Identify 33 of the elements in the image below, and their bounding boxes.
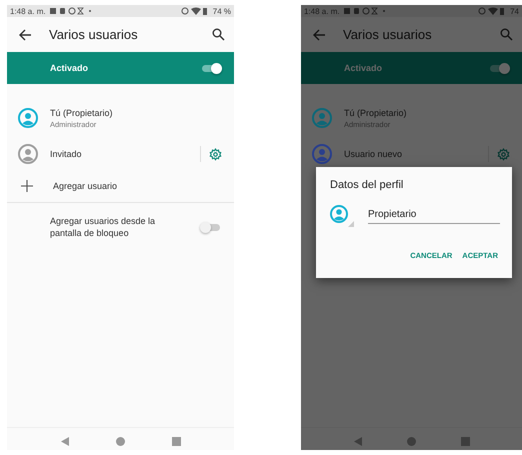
status-time: 1:48 a. m. [10,6,46,16]
notification-icons [50,7,94,15]
notification-icons [344,7,388,15]
plus-icon [21,180,33,192]
recents-nav-icon[interactable] [460,437,470,446]
battery-level: 74 [510,6,519,16]
battery-level: 74 % [212,6,231,16]
user-name[interactable]: Invitado [50,149,200,159]
settings-icon[interactable] [209,148,222,160]
back-nav-icon[interactable] [60,437,68,446]
status-time: 1:48 a. m. [304,6,340,16]
switch-label: Activado [344,63,384,73]
name-input-field[interactable]: Propietario [368,208,500,224]
back-nav-icon[interactable] [354,437,362,446]
home-nav-icon[interactable] [406,437,416,446]
toggle-switch[interactable] [202,224,220,230]
add-user-link[interactable]: Agregar usuario [53,181,118,191]
system-icons [478,7,506,15]
profile-avatar-icon[interactable] [330,205,354,227]
search-icon[interactable] [212,28,225,41]
back-icon[interactable] [18,28,32,42]
screen-title: Varios usuarios [49,27,139,42]
system-icons [180,7,209,15]
recents-nav-icon[interactable] [172,437,180,446]
settings-icon[interactable] [497,148,510,160]
toggle-switch[interactable] [202,64,220,72]
switch-label: Activado [50,63,90,73]
toggle-switch[interactable] [490,64,508,72]
dialog-title: Datos del perfil [330,179,404,191]
home-nav-icon[interactable] [116,437,124,446]
user-name[interactable]: Tú (Propietario) [50,108,222,118]
lock-screen-option-label: Agregar usuarios desde la pantalla de bloqueo [50,215,156,239]
screen-title: Varios usuarios [343,27,433,42]
